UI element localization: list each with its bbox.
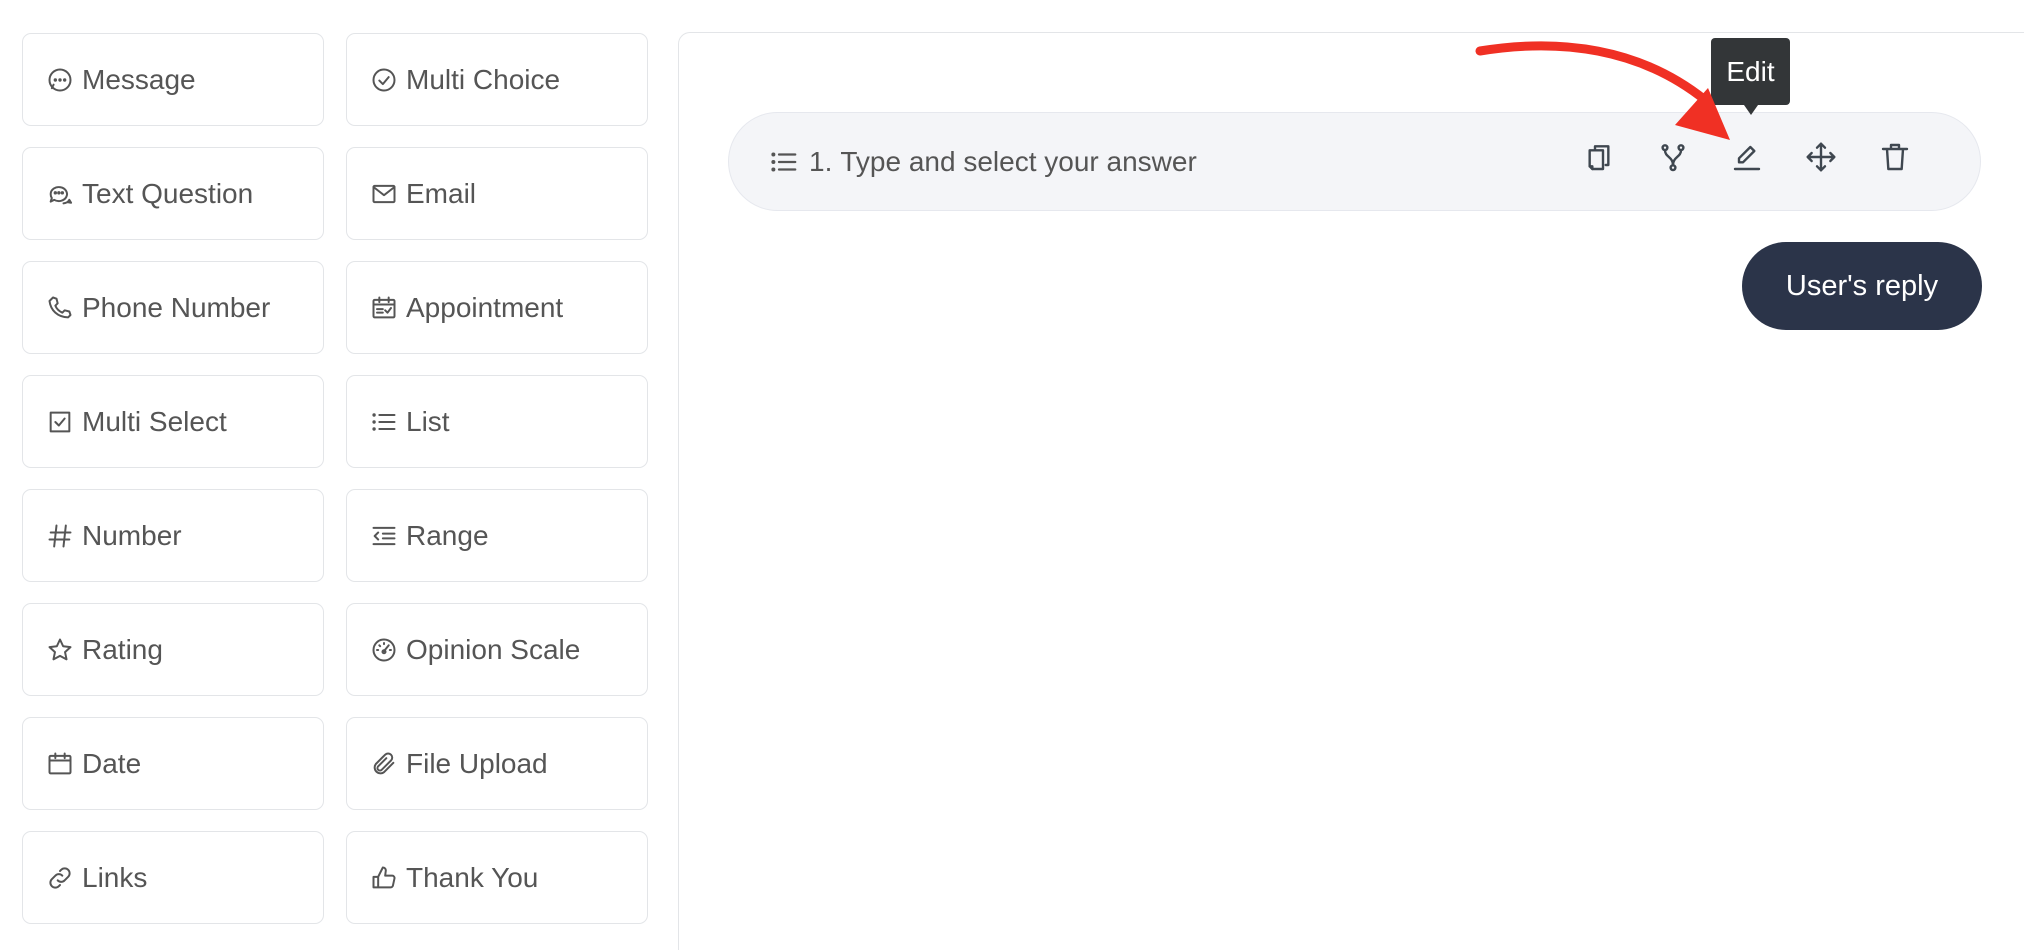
block-message[interactable]: Message — [22, 33, 324, 126]
question-number: 1. — [809, 145, 833, 177]
link-icon — [45, 863, 75, 893]
move-button[interactable] — [1804, 140, 1838, 174]
block-label: Multi Select — [82, 405, 227, 437]
phone-icon — [45, 293, 75, 323]
block-label: Date — [82, 747, 142, 779]
question-text: Type and select your answer — [840, 145, 1197, 177]
envelope-icon — [369, 179, 399, 209]
block-label: List — [406, 405, 450, 437]
block-label: Phone Number — [82, 291, 271, 323]
block-label: Multi Choice — [406, 63, 561, 95]
calendar-event-icon — [369, 293, 399, 323]
chat-bubble-icon — [45, 65, 75, 95]
check-circle-icon — [369, 65, 399, 95]
block-appointment[interactable]: Appointment — [346, 261, 648, 354]
block-thank-you[interactable]: Thank You — [346, 831, 648, 924]
chat-bubbles-icon — [45, 179, 75, 209]
annotation-arrow — [1475, 41, 1730, 140]
block-range[interactable]: Range — [346, 489, 648, 582]
block-phone-number[interactable]: Phone Number — [22, 261, 324, 354]
block-text-question[interactable]: Text Question — [22, 147, 324, 240]
calendar-icon — [45, 749, 75, 779]
block-palette: Message Multi Choice Text Question Email… — [22, 33, 648, 924]
block-label: Text Question — [82, 177, 254, 209]
block-links[interactable]: Links — [22, 831, 324, 924]
checkbox-icon — [45, 407, 75, 437]
list-icon — [769, 147, 799, 177]
star-icon — [45, 635, 75, 665]
move-icon — [1805, 141, 1837, 173]
paperclip-icon — [369, 749, 399, 779]
thumbs-up-icon — [369, 863, 399, 893]
gauge-icon — [369, 635, 399, 665]
hashtag-icon — [45, 521, 75, 551]
block-label: Message — [82, 63, 196, 95]
block-label: Thank You — [406, 861, 539, 893]
block-number[interactable]: Number — [22, 489, 324, 582]
block-label: Opinion Scale — [406, 633, 581, 665]
block-multi-select[interactable]: Multi Select — [22, 375, 324, 468]
block-label: Links — [82, 861, 148, 893]
delete-button[interactable] — [1878, 140, 1912, 174]
trash-icon — [1879, 141, 1911, 173]
block-label: Number — [82, 519, 182, 551]
block-multi-choice[interactable]: Multi Choice — [346, 33, 648, 126]
block-file-upload[interactable]: File Upload — [346, 717, 648, 810]
block-label: Range — [406, 519, 489, 551]
list-icon — [369, 407, 399, 437]
user-reply-button[interactable]: User's reply — [1742, 242, 1982, 330]
range-icon — [369, 521, 399, 551]
block-label: Email — [406, 177, 477, 209]
block-label: Appointment — [406, 291, 564, 323]
block-label: File Upload — [406, 747, 548, 779]
block-email[interactable]: Email — [346, 147, 648, 240]
block-rating[interactable]: Rating — [22, 603, 324, 696]
block-date[interactable]: Date — [22, 717, 324, 810]
block-label: Rating — [82, 633, 163, 665]
block-opinion-scale[interactable]: Opinion Scale — [346, 603, 648, 696]
block-list[interactable]: List — [346, 375, 648, 468]
